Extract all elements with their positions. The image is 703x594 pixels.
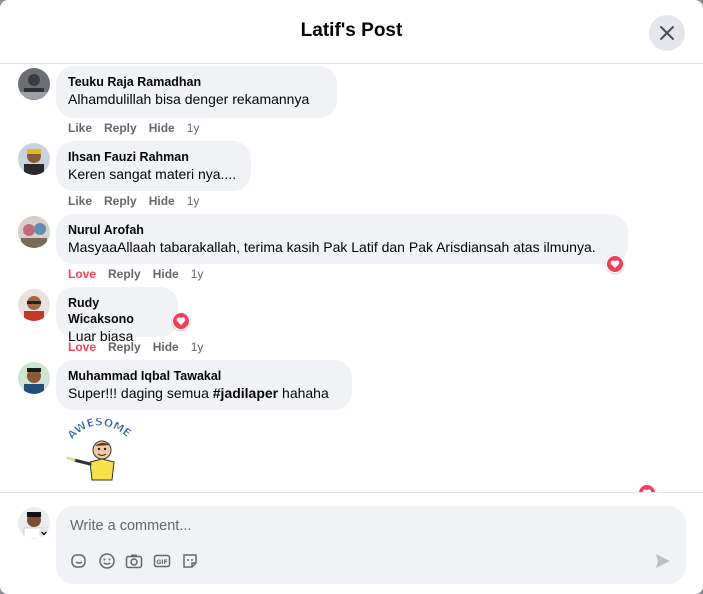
reply-button[interactable]: Reply: [104, 121, 137, 135]
timestamp[interactable]: 1y: [187, 121, 200, 135]
hide-button[interactable]: Hide: [153, 267, 179, 281]
comment-author[interactable]: Ihsan Fauzi Rahman: [68, 149, 239, 165]
reply-button[interactable]: Reply: [104, 194, 137, 208]
comment-actions: Like Reply Hide 1y: [68, 194, 211, 208]
hide-button[interactable]: Hide: [149, 194, 175, 208]
send-icon: [656, 554, 670, 568]
comment-text: MasyaaAllaah tabarakallah, terima kasih …: [68, 239, 596, 255]
svg-text:GIF: GIF: [156, 559, 167, 566]
timestamp[interactable]: 1y: [191, 267, 204, 281]
close-button[interactable]: [649, 15, 685, 51]
hashtag-link[interactable]: #jadilaper: [213, 385, 278, 401]
page-title: Latif's Post: [300, 20, 403, 41]
avatar[interactable]: [18, 68, 50, 100]
timestamp[interactable]: 1y: [187, 194, 200, 208]
comment-author[interactable]: Rudy Wicaksono: [68, 295, 166, 327]
comment-actions: Like Reply Hide 1y: [68, 121, 211, 135]
comment-bubble: Teuku Raja Ramadhan Alhamdulillah bisa d…: [56, 66, 337, 118]
like-button[interactable]: Like: [68, 194, 92, 208]
comment-author[interactable]: Teuku Raja Ramadhan: [68, 74, 325, 90]
comment-actions: Love Reply Hide 1y: [68, 267, 215, 281]
reaction-badge[interactable]: [638, 484, 656, 492]
timestamp[interactable]: 1y: [191, 340, 204, 354]
comment-text: Keren sangat materi nya....: [68, 166, 237, 182]
emoji-icon: [99, 553, 115, 569]
svg-text:AWESOME: AWESOME: [65, 418, 134, 442]
comment-author[interactable]: Nurul Arofah: [68, 222, 616, 238]
camera-icon: [125, 554, 143, 569]
love-button[interactable]: Love: [68, 340, 96, 354]
love-button[interactable]: Love: [68, 267, 96, 281]
comment-bubble: Rudy Wicaksono Luar biasa: [56, 287, 178, 344]
camera-button[interactable]: [123, 550, 145, 572]
sticker-button[interactable]: [68, 550, 90, 572]
comment-composer-area: GIF: [0, 492, 703, 594]
sticker-text: AWESOME: [65, 415, 134, 442]
avatar[interactable]: [18, 216, 50, 248]
reaction-badge[interactable]: [606, 255, 624, 273]
hide-button[interactable]: Hide: [149, 121, 175, 135]
current-user-avatar[interactable]: [18, 507, 50, 539]
comment-text: Super!!! daging semua #jadilaper hahaha: [68, 385, 329, 401]
dialog-header: Latif's Post: [0, 0, 703, 64]
close-icon: [660, 26, 674, 40]
heart-icon: [176, 317, 186, 325]
gif-button[interactable]: GIF: [151, 550, 173, 572]
send-button[interactable]: [652, 550, 674, 572]
comment-actions: Love Reply Hide 1y: [68, 340, 215, 354]
reply-button[interactable]: Reply: [108, 340, 141, 354]
avatar[interactable]: [18, 362, 50, 394]
like-button[interactable]: Like: [68, 121, 92, 135]
comment-composer: GIF: [56, 506, 686, 584]
sticker-face-icon: [183, 554, 197, 568]
comment-bubble: Nurul Arofah MasyaaAllaah tabarakallah, …: [56, 214, 628, 264]
reply-button[interactable]: Reply: [108, 267, 141, 281]
avatar[interactable]: [18, 289, 50, 321]
comment-bubble: Ihsan Fauzi Rahman Keren sangat materi n…: [56, 141, 251, 191]
reaction-badge[interactable]: [172, 312, 190, 330]
emoji-button[interactable]: [96, 550, 118, 572]
hide-button[interactable]: Hide: [153, 340, 179, 354]
comment-text: Alhamdulillah bisa denger rekamannya: [68, 91, 310, 107]
post-dialog: Latif's Post Teuku Raja Ramadhan Alhamdu…: [0, 0, 703, 594]
comment-bubble: Muhammad Iqbal Tawakal Super!!! daging s…: [56, 360, 352, 410]
gif-icon: GIF: [153, 554, 171, 568]
sticker-icon: [71, 554, 86, 568]
avatar[interactable]: [18, 143, 50, 175]
sticker-face-button[interactable]: [179, 550, 201, 572]
awesome-sticker[interactable]: AWESOME: [62, 415, 134, 482]
comment-author[interactable]: Muhammad Iqbal Tawakal: [68, 368, 340, 384]
comments-list[interactable]: Teuku Raja Ramadhan Alhamdulillah bisa d…: [0, 64, 703, 492]
heart-icon: [610, 260, 620, 268]
comment-input[interactable]: [68, 514, 632, 538]
